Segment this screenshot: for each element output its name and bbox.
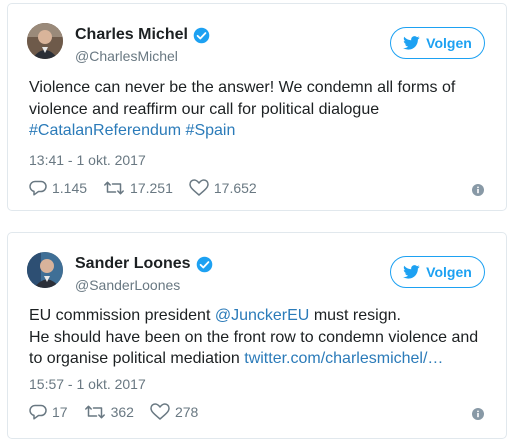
tweet-timestamp[interactable]: 15:57 - 1 okt. 2017 — [29, 376, 146, 392]
follow-button[interactable]: Volgen — [390, 256, 485, 288]
retweet-icon — [104, 181, 124, 194]
tweet-card: Charles Michel @CharlesMichel Volgen Vio… — [7, 3, 507, 211]
like-action[interactable]: 278 — [150, 403, 198, 420]
tweet-timestamp[interactable]: 13:41 - 1 okt. 2017 — [29, 152, 146, 168]
reply-action[interactable]: 1.145 — [29, 180, 87, 196]
tweet-text-line: to organise political mediation twitter.… — [29, 348, 499, 370]
follow-button-label: Volgen — [426, 264, 472, 280]
follow-button[interactable]: Volgen — [390, 27, 485, 59]
reply-icon — [29, 404, 47, 420]
hashtag-link[interactable]: #Spain — [186, 122, 236, 139]
author-name[interactable]: Charles Michel — [75, 26, 188, 44]
like-count: 17.652 — [213, 179, 257, 196]
tweet-text-fragment: must resign. — [313, 307, 401, 324]
retweet-count: 17.251 — [130, 179, 173, 196]
author-name-line[interactable]: Charles Michel — [75, 26, 210, 44]
tweet-text: EU commission president @JunckerEU must … — [29, 305, 499, 370]
url-link[interactable]: twitter.com/charlesmichel/… — [244, 350, 443, 367]
author-avatar[interactable] — [27, 23, 63, 59]
info-icon[interactable] — [472, 408, 484, 420]
tweet-text-line: violence and reaffirm our call for polit… — [29, 100, 380, 118]
author-handle[interactable]: @CharlesMichel — [75, 48, 178, 64]
author-avatar[interactable] — [27, 252, 63, 288]
tweet-text-fragment: to organise political mediation — [29, 350, 240, 367]
tweet-text-line: He should have been on the front row to … — [29, 328, 479, 346]
tweet-text-line: #CatalanReferendum #Spain — [29, 120, 499, 142]
like-action[interactable]: 17.652 — [189, 179, 257, 196]
tweet-card: Sander Loones @SanderLoones Volgen EU co… — [7, 232, 507, 439]
verified-badge-icon — [193, 27, 210, 44]
twitter-bird-icon — [403, 36, 420, 50]
retweet-count: 362 — [110, 403, 134, 420]
tweet-text: Violence can never be the answer! We con… — [29, 77, 499, 142]
verified-badge-icon — [196, 256, 213, 273]
tweet-text-line: EU commission president @JunckerEU must … — [29, 305, 499, 327]
author-name[interactable]: Sander Loones — [75, 255, 191, 273]
tweet-text-line: Violence can never be the answer! We con… — [29, 79, 456, 96]
reply-count: 17 — [52, 403, 68, 420]
twitter-bird-icon — [403, 265, 420, 279]
retweet-action[interactable]: 17.251 — [103, 180, 173, 196]
tweet-actions: 1.145 17.251 17.652 — [29, 179, 273, 196]
author-name-line[interactable]: Sander Loones — [75, 255, 213, 273]
follow-button-label: Volgen — [426, 35, 472, 51]
reply-action[interactable]: 17 — [29, 404, 68, 420]
reply-icon — [29, 180, 47, 196]
heart-icon — [189, 179, 209, 196]
tweet-text-fragment: EU commission president — [29, 307, 211, 324]
retweet-action[interactable]: 362 — [84, 404, 134, 420]
reply-count: 1.145 — [52, 179, 88, 196]
like-count: 278 — [174, 403, 199, 420]
info-icon[interactable] — [472, 184, 484, 196]
author-handle[interactable]: @SanderLoones — [75, 277, 180, 293]
hashtag-link[interactable]: #CatalanReferendum — [29, 122, 181, 139]
mention-link[interactable]: @JunckerEU — [215, 307, 310, 324]
tweet-actions: 17 362 278 — [29, 403, 214, 420]
heart-icon — [150, 403, 170, 420]
retweet-icon — [84, 405, 105, 418]
